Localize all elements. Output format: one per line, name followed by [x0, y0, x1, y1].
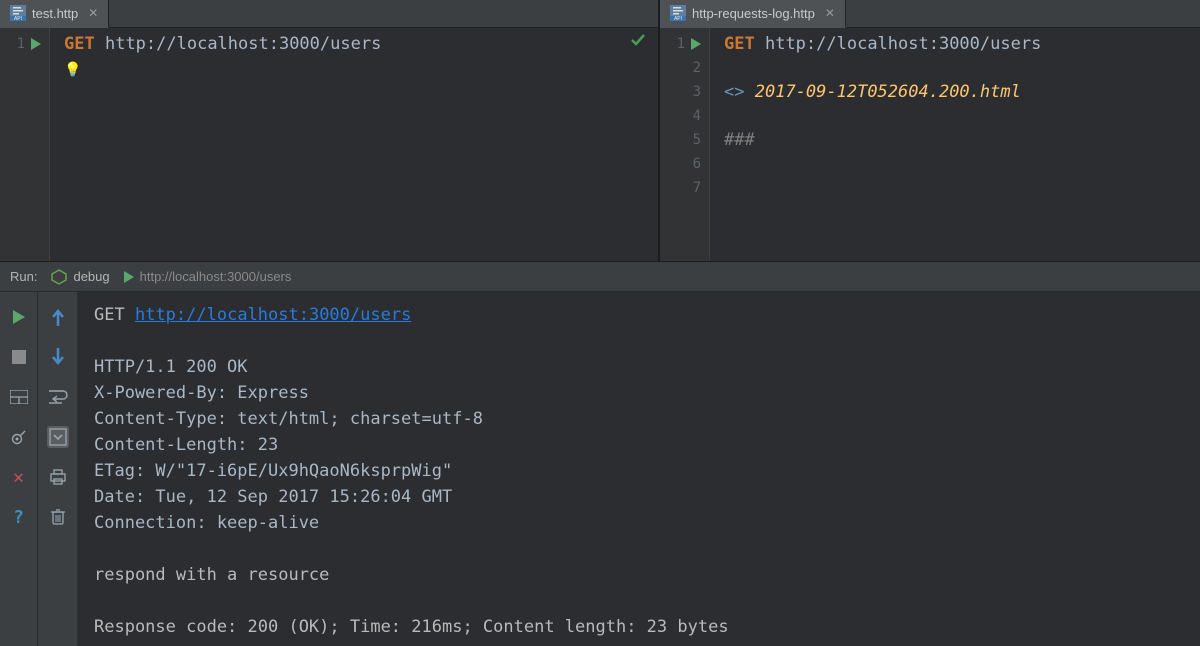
close-icon[interactable]: ✕	[88, 6, 98, 20]
console-summary: Response code: 200 (OK); Time: 216ms; Co…	[94, 617, 729, 637]
intention-bulb-icon[interactable]: 💡	[64, 58, 81, 82]
run-config-debug[interactable]: debug	[73, 269, 109, 284]
gutter-left: 1	[0, 28, 50, 261]
close-button[interactable]: ✕	[8, 466, 30, 488]
console-header: Content-Type: text/html; charset=utf-8	[94, 409, 483, 429]
run-icon[interactable]	[691, 38, 701, 50]
svg-text:API: API	[14, 16, 22, 21]
scroll-to-end-icon[interactable]	[47, 426, 69, 448]
run-label: Run:	[10, 269, 37, 284]
line-number: 7	[693, 180, 701, 196]
response-file[interactable]: 2017-09-12T052604.200.html	[755, 82, 1021, 102]
http-url: http://localhost:3000/users	[765, 34, 1041, 54]
console-method: GET	[94, 305, 125, 325]
run-tool-column-1: ✕ ?	[0, 292, 38, 646]
up-button[interactable]	[47, 306, 69, 328]
tabs-left: API test.http ✕	[0, 0, 658, 28]
editor-left: API test.http ✕ 1 GET http://localhost:3…	[0, 0, 660, 261]
console-url-link[interactable]: http://localhost:3000/users	[135, 305, 411, 325]
response-tag: <>	[724, 82, 744, 102]
layout-icon[interactable]	[8, 386, 30, 408]
print-icon[interactable]	[47, 466, 69, 488]
tab-label: http-requests-log.http	[692, 6, 815, 21]
api-file-icon: API	[670, 5, 686, 21]
line-number: 3	[693, 84, 701, 100]
down-button[interactable]	[47, 346, 69, 368]
editor-right: API http-requests-log.http ✕ 1 2 3 4 5 6…	[660, 0, 1200, 261]
editor-split: API test.http ✕ 1 GET http://localhost:3…	[0, 0, 1200, 262]
run-panel: ✕ ? GET http://localhost:3000/users HTTP…	[0, 292, 1200, 646]
help-button[interactable]: ?	[8, 506, 30, 528]
trash-icon[interactable]	[47, 506, 69, 528]
console-body: respond with a resource	[94, 565, 329, 585]
nodejs-icon	[51, 269, 67, 285]
line-number: 6	[693, 156, 701, 172]
close-icon[interactable]: ✕	[825, 6, 835, 20]
api-file-icon: API	[10, 5, 26, 21]
editor-body-right[interactable]: 1 2 3 4 5 6 7 GET http://localhost:3000/…	[660, 28, 1200, 261]
run-url[interactable]: http://localhost:3000/users	[140, 269, 292, 284]
console-header: Content-Length: 23	[94, 435, 278, 455]
console-header: HTTP/1.1 200 OK	[94, 357, 248, 377]
gutter-right: 1 2 3 4 5 6 7	[660, 28, 710, 261]
stop-button[interactable]	[8, 346, 30, 368]
separator: ###	[724, 130, 755, 150]
wrap-icon[interactable]	[47, 386, 69, 408]
check-icon[interactable]	[630, 32, 646, 48]
console-header: Date: Tue, 12 Sep 2017 15:26:04 GMT	[94, 487, 452, 507]
http-method: GET	[724, 34, 755, 54]
tab-log-http[interactable]: API http-requests-log.http ✕	[660, 0, 846, 28]
run-icon	[124, 271, 134, 283]
console-header: Connection: keep-alive	[94, 513, 319, 533]
rerun-button[interactable]	[8, 306, 30, 328]
run-tool-column-2	[38, 292, 78, 646]
line-number: 4	[693, 108, 701, 124]
code-area-left[interactable]: GET http://localhost:3000/users 💡	[50, 28, 658, 261]
tab-label: test.http	[32, 6, 78, 21]
code-area-right[interactable]: GET http://localhost:3000/users <> 2017-…	[710, 28, 1200, 261]
run-icon[interactable]	[31, 38, 41, 50]
console-output[interactable]: GET http://localhost:3000/users HTTP/1.1…	[78, 292, 1200, 646]
tab-test-http[interactable]: API test.http ✕	[0, 0, 109, 28]
http-url: http://localhost:3000/users	[105, 34, 381, 54]
run-header: Run: debug http://localhost:3000/users	[0, 262, 1200, 292]
line-number: 1	[677, 36, 685, 52]
line-number: 1	[17, 36, 25, 52]
console-header: X-Powered-By: Express	[94, 383, 309, 403]
pin-icon[interactable]	[8, 426, 30, 448]
line-number: 5	[693, 132, 701, 148]
http-method: GET	[64, 34, 95, 54]
svg-text:API: API	[674, 16, 682, 21]
console-header: ETag: W/"17-i6pE/Ux9hQaoN6ksprpWig"	[94, 461, 452, 481]
editor-body-left[interactable]: 1 GET http://localhost:3000/users 💡	[0, 28, 658, 261]
line-number: 2	[693, 60, 701, 76]
tabs-right: API http-requests-log.http ✕	[660, 0, 1200, 28]
